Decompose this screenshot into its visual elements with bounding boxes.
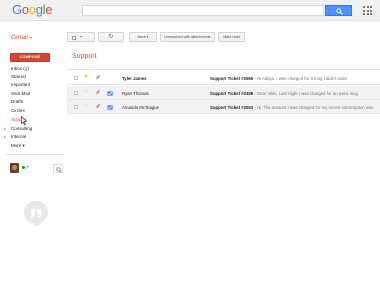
row-checkbox[interactable]	[74, 76, 78, 80]
email-subject-text: Support Ticket #2553	[210, 104, 254, 110]
star-outline-icon[interactable]: ☆	[83, 102, 89, 110]
email-row[interactable]: ★ Tyler James Support Ticket #2565 - Hi …	[67, 71, 380, 85]
sidebar-item-more[interactable]: More ▾	[11, 143, 25, 149]
gmail-label: Gmail	[11, 34, 28, 41]
compose-button[interactable]: COMPOSE	[10, 53, 50, 62]
row-checkbox[interactable]	[74, 91, 78, 95]
page-title: Support	[72, 53, 97, 60]
sidebar-item-circles[interactable]: Circles	[11, 108, 25, 113]
chevron-down-icon: ▾	[29, 35, 32, 40]
logo-letter: e	[45, 2, 53, 17]
sidebar-item-label: Internal	[11, 134, 27, 139]
mouse-cursor-icon	[21, 116, 27, 125]
sidebar-item-important[interactable]: Important	[11, 82, 30, 87]
email-subject: Support Ticket #2498 - Dear Vikki, Last …	[210, 91, 380, 96]
search-input[interactable]	[82, 5, 324, 16]
email-subject-text: Support Ticket #2498	[210, 90, 254, 96]
mark-read-button[interactable]: Mark read	[218, 32, 245, 42]
paperclip-icon	[96, 74, 101, 80]
apps-grid-icon[interactable]	[363, 6, 372, 15]
refresh-button[interactable]: ↻	[98, 32, 124, 42]
gmail-app-switcher[interactable]: Gmail ▾	[11, 34, 32, 41]
email-snippet: - Dear Vikki, Last night I was charged f…	[253, 90, 358, 96]
email-subject: Support Ticket #2553 - Hi, The amount I …	[210, 105, 380, 110]
email-row[interactable]: ☆ Amanda McTeague Support Ticket #2553 -…	[67, 100, 380, 114]
search-button[interactable]	[325, 5, 352, 16]
hangouts-icon[interactable]	[23, 200, 49, 228]
unresolved-filter-button[interactable]: Unresolved with attachments	[160, 32, 215, 42]
divider	[67, 69, 380, 70]
star-outline-icon[interactable]: ☆	[83, 88, 89, 96]
divider	[6, 154, 64, 155]
avatar[interactable]	[10, 163, 19, 173]
sidebar-item-starred[interactable]: Starred	[11, 74, 26, 79]
top-header: Google	[0, 0, 380, 21]
sidebar-item-consulting[interactable]: Consulting	[11, 126, 32, 131]
checkbox-icon	[72, 35, 76, 40]
resolved-icon	[107, 104, 113, 110]
email-snippet: - Hi Aditya, I was charged for a mug I d…	[253, 75, 348, 81]
chat-search-button[interactable]	[53, 164, 63, 173]
email-sender: Tyler James	[122, 75, 147, 81]
label-tag-icon: ▸	[4, 134, 7, 139]
sidebar-item-sent-mail[interactable]: Sent Mail	[11, 91, 30, 96]
label-tag-icon: ▸	[4, 126, 7, 131]
chevron-down-icon[interactable]: ▾	[27, 164, 29, 169]
sidebar-item-drafts[interactable]: Drafts	[11, 99, 23, 104]
magnifier-icon	[56, 166, 62, 173]
magnifier-icon	[336, 8, 343, 15]
chevron-down-icon: ▾	[80, 34, 83, 39]
row-checkbox[interactable]	[74, 105, 78, 109]
paperclip-icon	[96, 103, 101, 109]
email-snippet: - Hi, The amount I was charged for my re…	[253, 104, 374, 110]
select-all-button[interactable]: ▾	[67, 32, 95, 42]
email-sender: Ryan Thomas	[122, 90, 149, 96]
logo-letter: o	[28, 2, 36, 17]
sidebar-item-inbox[interactable]: Inbox (1)	[11, 66, 29, 71]
email-subject-text: Support Ticket #2565	[210, 75, 254, 81]
more-button[interactable]: More ▾	[129, 32, 157, 42]
logo-letter: g	[35, 2, 43, 17]
refresh-icon: ↻	[108, 34, 114, 40]
email-subject: Support Ticket #2565 - Hi Aditya, I was …	[210, 76, 380, 81]
online-status-icon	[22, 166, 25, 169]
sidebar-item-internal[interactable]: Internal	[11, 134, 26, 139]
paperclip-icon	[96, 89, 101, 95]
sidebar-item-label: Consulting	[11, 126, 33, 131]
logo-letter: G	[12, 2, 22, 17]
logo-letter: o	[21, 2, 29, 17]
email-row[interactable]: ☆ Ryan Thomas Support Ticket #2498 - Dea…	[67, 86, 380, 100]
google-logo[interactable]: Google	[12, 2, 52, 17]
star-icon[interactable]: ★	[83, 73, 89, 81]
email-sender: Amanda McTeague	[122, 104, 160, 110]
resolved-icon	[107, 90, 113, 96]
